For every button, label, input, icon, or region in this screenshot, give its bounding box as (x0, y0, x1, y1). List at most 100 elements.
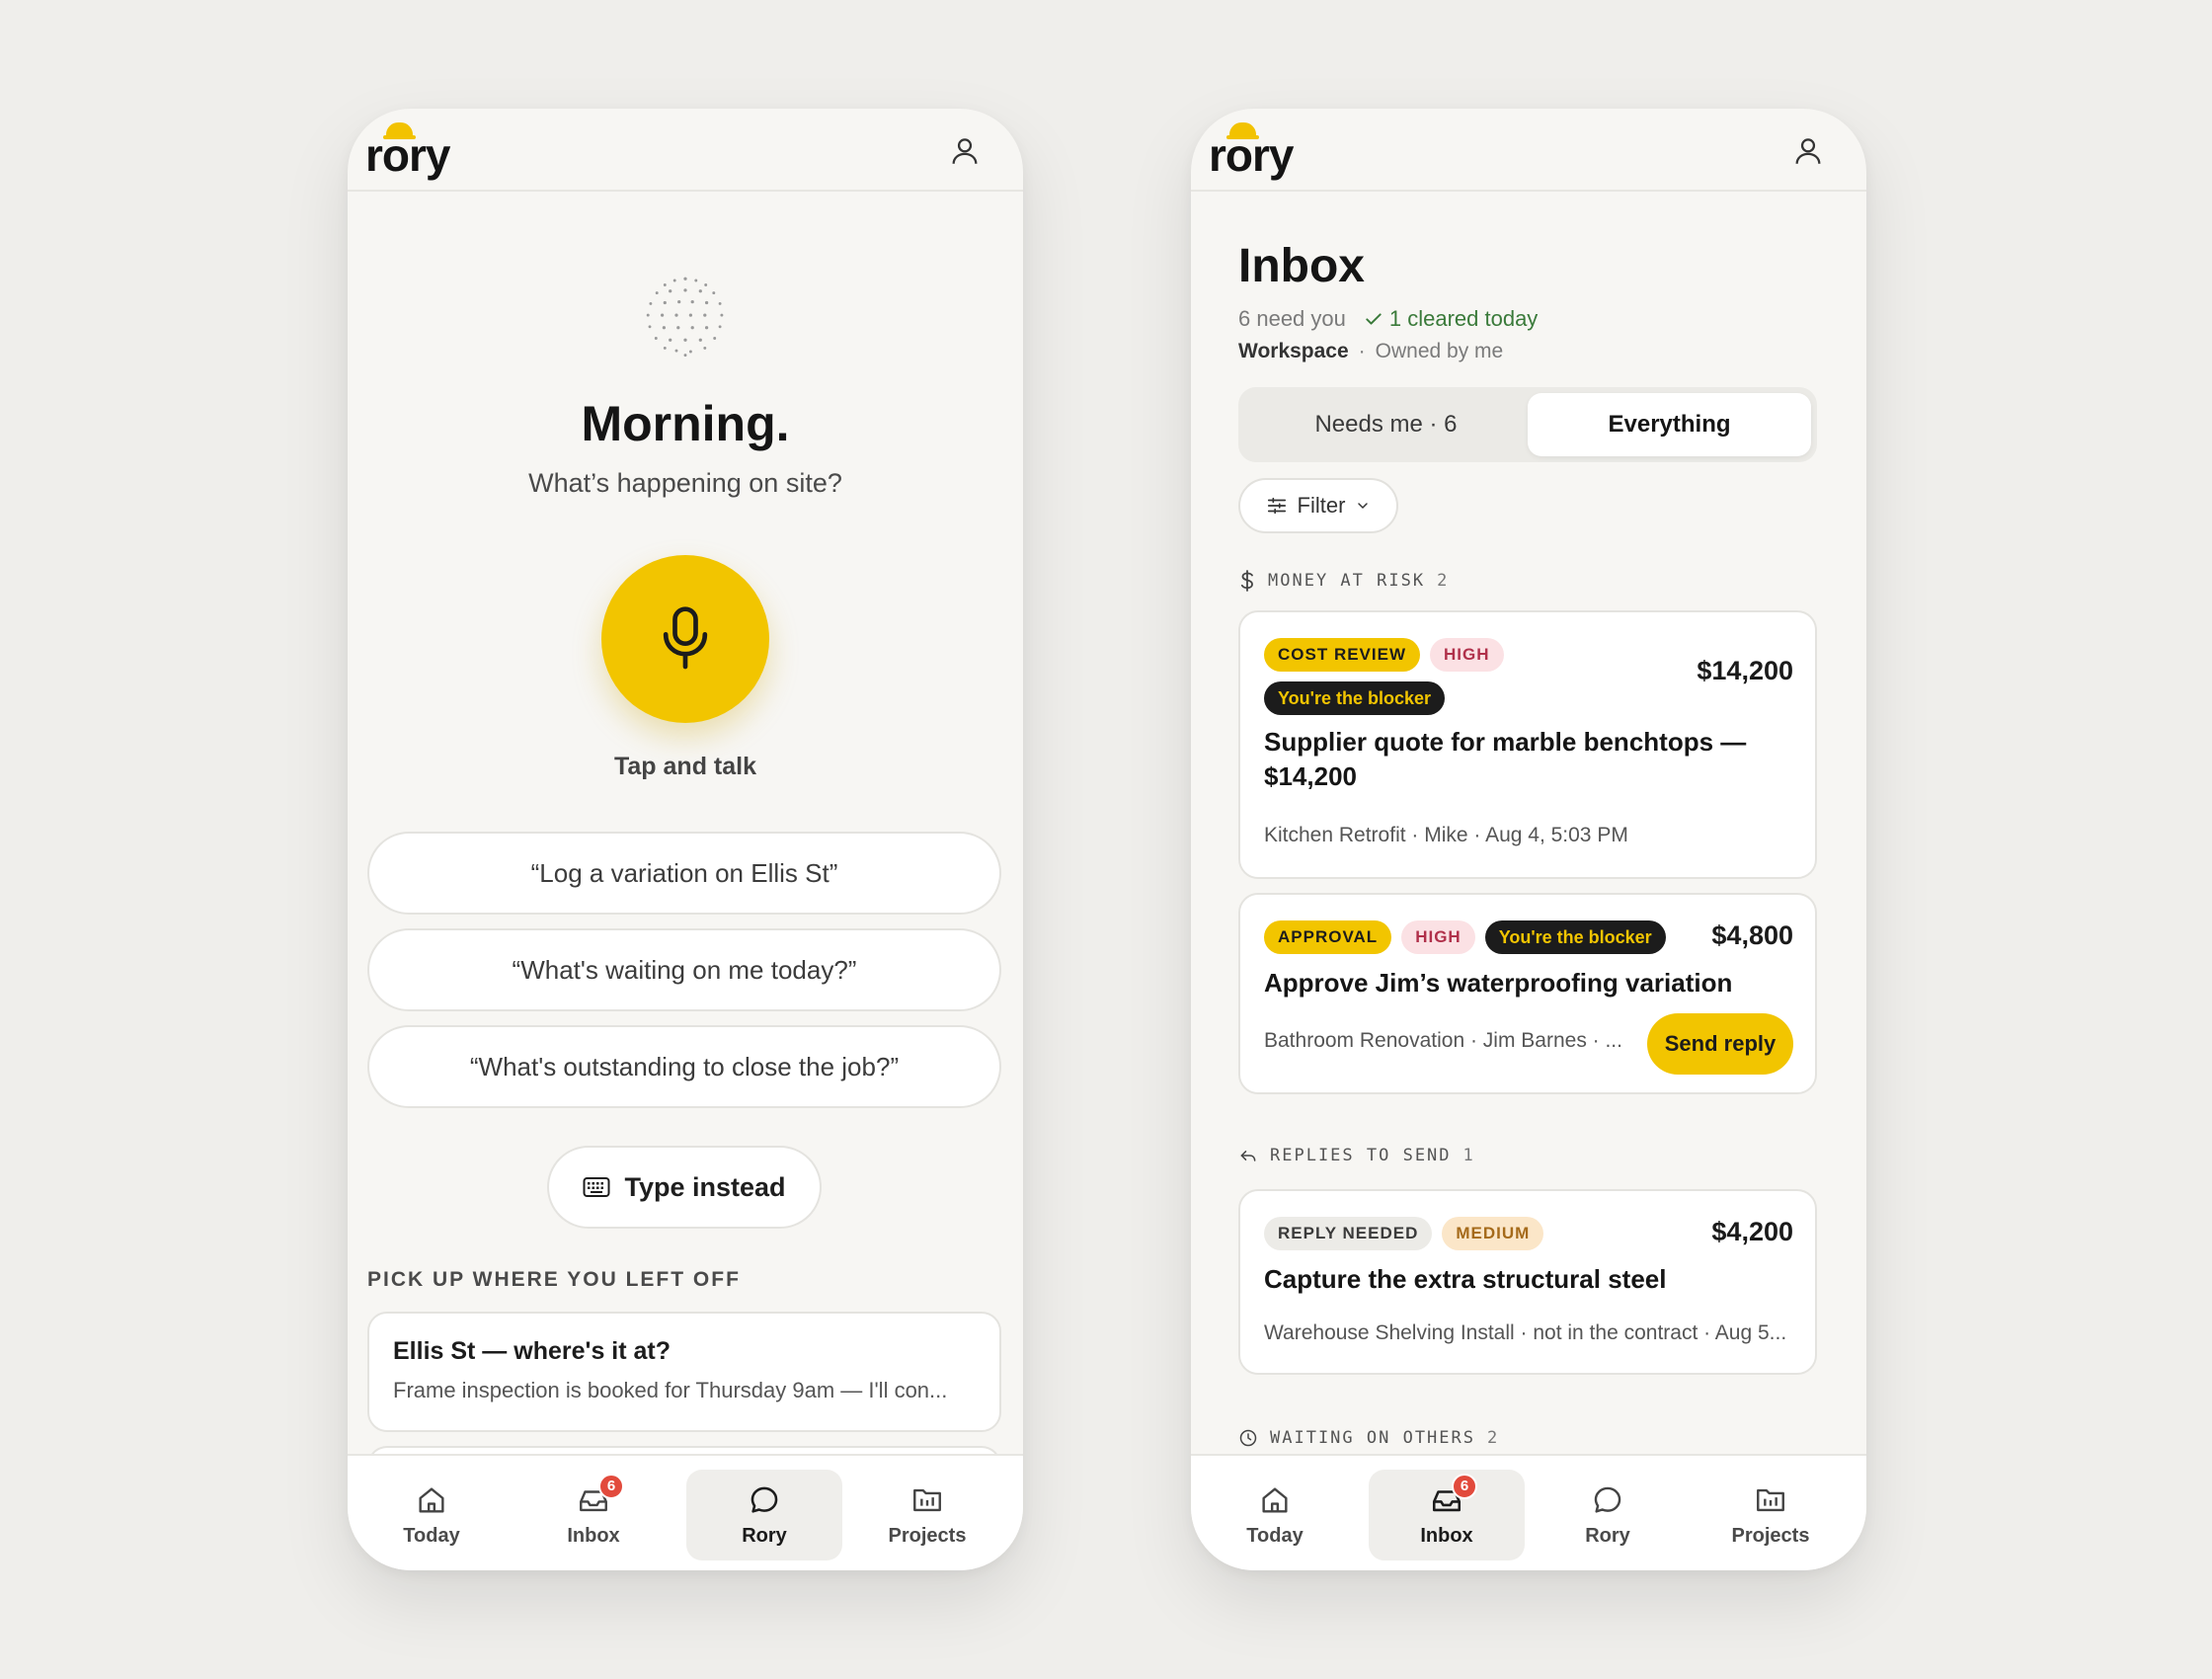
check-icon (1366, 313, 1382, 325)
need-you-count: 6 need you (1238, 306, 1346, 331)
type-chip: COST REVIEW (1264, 638, 1421, 672)
resume-card[interactable]: Ellis St — where's it at? Frame inspecti… (367, 1312, 1001, 1432)
phone-rory-screen: rory Morning. What’s happening on site? … (348, 109, 1023, 1570)
inbox-card[interactable]: APPROVAL HIGH You're the blocker $4,800 … (1238, 893, 1817, 1094)
projects-folder-icon (913, 1488, 941, 1511)
logo-text: rory (365, 129, 450, 181)
nav-label: Inbox (567, 1524, 620, 1547)
home-icon (419, 1486, 444, 1513)
bottom-nav: Today 6 Inbox Rory Projects (1191, 1454, 1866, 1570)
suggestion-chip[interactable]: “Log a variation on Ellis St” (367, 832, 1001, 915)
page-title: Inbox (1238, 240, 1365, 292)
nav-label: Projects (888, 1524, 967, 1547)
segment-everything[interactable]: Everything (1528, 393, 1811, 456)
scope-owned-by-me[interactable]: Owned by me (1376, 340, 1504, 363)
filter-button[interactable]: Filter (1238, 478, 1398, 533)
nav-label: Today (403, 1524, 460, 1547)
group-title: MONEY AT RISK (1268, 571, 1426, 591)
card-title: Approve Jim’s waterproofing variation (1264, 968, 1733, 998)
chat-bubble-icon (750, 1486, 778, 1513)
card-title: Capture the extra structural steel (1264, 1264, 1667, 1294)
top-bar: rory (348, 109, 1023, 192)
inbox-badge: 6 (1452, 1473, 1477, 1499)
card-chips: APPROVAL HIGH You're the blocker (1264, 920, 1666, 954)
rory-logo[interactable]: rory (1209, 122, 1317, 182)
nav-today[interactable]: Today (354, 1470, 510, 1560)
bottom-nav: Today 6 Inbox Rory Projects (348, 1454, 1023, 1570)
card-meta: Bathroom Renovation · Jim Barnes · ... (1264, 1029, 1622, 1052)
logo-text: rory (1209, 129, 1294, 181)
nav-label: Today (1246, 1524, 1304, 1547)
nav-label: Rory (1585, 1524, 1630, 1547)
type-chip: APPROVAL (1264, 920, 1392, 954)
microphone-icon (663, 606, 708, 670)
nav-rory[interactable]: Rory (686, 1470, 842, 1560)
type-instead-button[interactable]: Type instead (547, 1146, 822, 1229)
profile-icon[interactable] (948, 134, 982, 168)
keyboard-icon (583, 1177, 610, 1197)
resume-section-caption: PICK UP WHERE YOU LEFT OFF (367, 1268, 741, 1291)
globe-icon (646, 277, 724, 358)
group-header-money-at-risk: MONEY AT RISK 2 (1238, 569, 1449, 593)
nav-projects[interactable]: Projects (849, 1470, 1005, 1560)
type-chip: REPLY NEEDED (1264, 1217, 1433, 1250)
clock-icon (1239, 1429, 1257, 1447)
dollar-icon (1240, 570, 1253, 592)
sliders-icon (1267, 497, 1286, 515)
nav-today[interactable]: Today (1197, 1470, 1353, 1560)
inbox-card[interactable]: REPLY NEEDED MEDIUM $4,200 Capture the e… (1238, 1189, 1817, 1375)
chat-bubble-icon (1594, 1486, 1621, 1513)
scope-workspace[interactable]: Workspace (1238, 340, 1349, 363)
nav-label: Rory (742, 1524, 787, 1547)
blocker-chip: You're the blocker (1484, 920, 1666, 954)
resume-card-body: Frame inspection is booked for Thursday … (393, 1378, 948, 1402)
nav-projects[interactable]: Projects (1693, 1470, 1849, 1560)
nav-label: Projects (1731, 1524, 1810, 1547)
projects-folder-icon (1757, 1488, 1784, 1511)
card-chips: REPLY NEEDED MEDIUM (1264, 1217, 1544, 1250)
top-bar: rory (1191, 109, 1866, 192)
nav-inbox[interactable]: 6 Inbox (515, 1470, 672, 1560)
segmented-control: Needs me · 6 Everything (1238, 387, 1817, 462)
group-count: 2 (1487, 1428, 1500, 1448)
chevron-down-icon (1358, 503, 1369, 509)
suggestion-chip[interactable]: “What's waiting on me today?” (367, 928, 1001, 1011)
priority-chip: HIGH (1430, 638, 1504, 672)
home-icon (1262, 1486, 1288, 1513)
group-count: 2 (1437, 571, 1450, 591)
priority-chip: MEDIUM (1442, 1217, 1544, 1250)
group-header-replies-to-send: REPLIES TO SEND 1 (1238, 1146, 1475, 1165)
group-title: WAITING ON OTHERS (1270, 1428, 1475, 1448)
scope-switcher: Workspace · Owned by me (1238, 340, 1503, 363)
nav-rory[interactable]: Rory (1530, 1470, 1686, 1560)
nav-inbox[interactable]: 6 Inbox (1369, 1470, 1525, 1560)
inbox-icon-wrap: 6 (1430, 1473, 1477, 1517)
group-count: 1 (1462, 1146, 1475, 1165)
nav-label: Inbox (1420, 1524, 1473, 1547)
suggestion-chip[interactable]: “What's outstanding to close the job?” (367, 1025, 1001, 1108)
inbox-summary: 6 need you 1 cleared today (1238, 306, 1538, 332)
send-reply-button[interactable]: Send reply (1647, 1013, 1793, 1075)
inbox-card[interactable]: COST REVIEW HIGH You're the blocker $14,… (1238, 610, 1817, 879)
phone-inbox-screen: rory Inbox 6 need you 1 cleared today Wo… (1191, 109, 1866, 1570)
resume-card-title: Ellis St — where's it at? (393, 1337, 672, 1365)
card-title: Supplier quote for marble benchtops — $1… (1264, 727, 1747, 791)
reply-arrow-icon (1240, 1151, 1256, 1161)
mic-button[interactable] (601, 555, 769, 723)
tap-and-talk-label: Tap and talk (613, 753, 756, 780)
card-meta: Kitchen Retrofit · Mike · Aug 4, 5:03 PM (1264, 824, 1628, 846)
card-chips: COST REVIEW HIGH (1264, 638, 1504, 672)
segment-needs-me[interactable]: Needs me · 6 (1244, 393, 1528, 456)
card-amount: $14,200 (1697, 656, 1793, 685)
cleared-label: 1 cleared today (1388, 306, 1539, 331)
card-amount: $4,800 (1711, 920, 1793, 950)
filter-label: Filter (1297, 493, 1346, 518)
blocker-chip: You're the blocker (1264, 681, 1445, 715)
profile-icon[interactable] (1791, 134, 1825, 168)
card-meta: Warehouse Shelving Install · not in the … (1264, 1321, 1787, 1344)
greeting-subtitle: What’s happening on site? (528, 468, 842, 498)
rory-logo[interactable]: rory (365, 122, 474, 182)
cleared-today: 1 cleared today (1364, 306, 1538, 332)
greeting-heading: Morning. (581, 396, 790, 451)
card-amount: $4,200 (1711, 1217, 1793, 1246)
